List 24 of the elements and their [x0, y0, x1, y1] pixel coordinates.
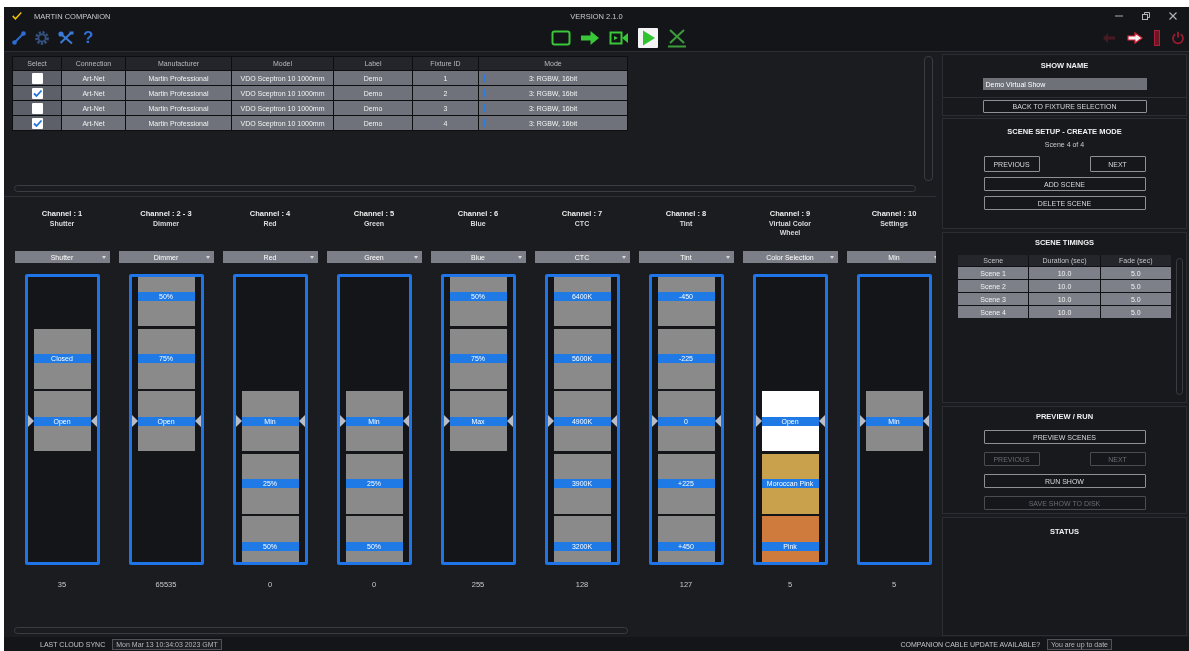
- caret-icon: [101, 255, 106, 259]
- caret-icon: [725, 255, 730, 259]
- caret-icon: [829, 255, 834, 259]
- help-icon[interactable]: ?: [83, 29, 94, 47]
- check-logo-icon: [12, 12, 22, 20]
- caret-icon: [933, 255, 936, 259]
- arrow-right-icon[interactable]: [1127, 32, 1143, 44]
- connection-icon[interactable]: [12, 31, 26, 45]
- checkbox[interactable]: [31, 117, 43, 129]
- checkbox[interactable]: [31, 72, 43, 84]
- checkbox[interactable]: [31, 102, 43, 114]
- restore-icon[interactable]: [1142, 12, 1150, 20]
- caret-icon: [309, 255, 314, 259]
- play-icon[interactable]: [637, 28, 658, 48]
- crossed-lines-icon[interactable]: [666, 28, 687, 48]
- close-icon[interactable]: [1169, 12, 1177, 20]
- tools-icon[interactable]: [58, 31, 74, 45]
- monitor-icon[interactable]: [550, 28, 571, 48]
- caret-icon: [621, 255, 626, 259]
- caret-icon: [205, 255, 210, 259]
- scrollbar[interactable]: [924, 56, 933, 181]
- caret-icon: [413, 255, 418, 259]
- caret-icon: [517, 255, 522, 259]
- checkbox[interactable]: [31, 87, 43, 99]
